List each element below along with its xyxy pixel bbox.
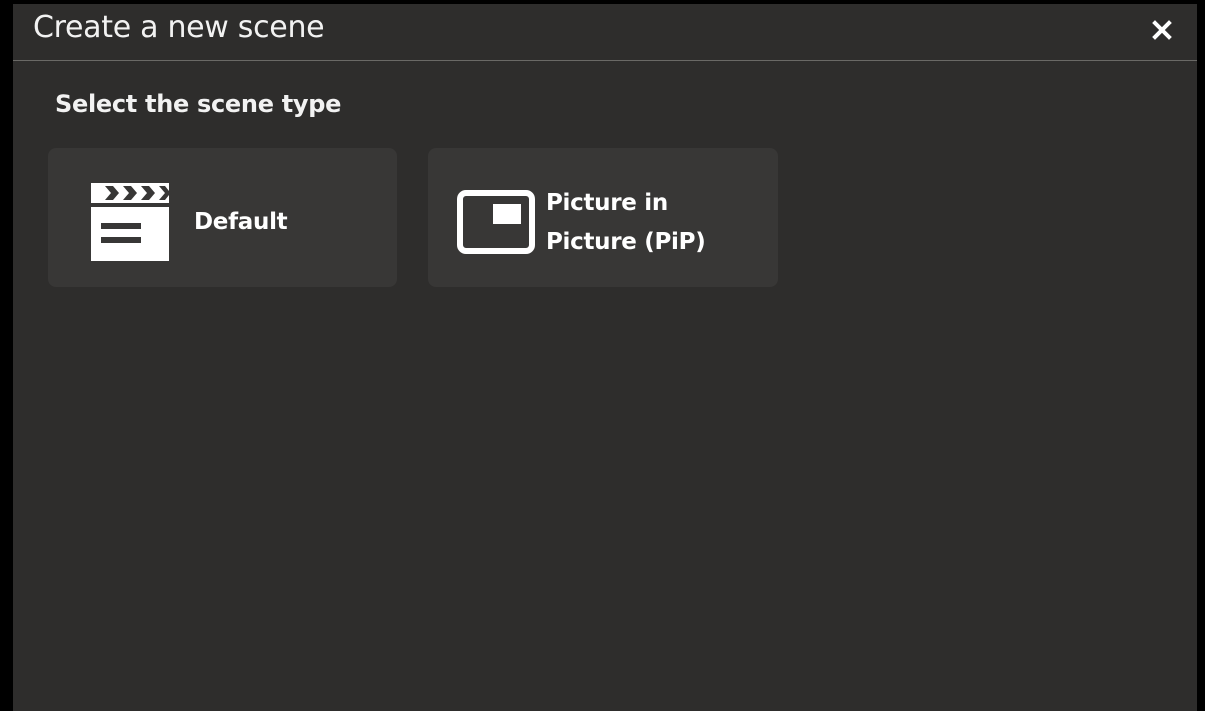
scene-type-pip-label-line1: Picture in (546, 190, 668, 216)
close-button[interactable] (1147, 15, 1177, 45)
scene-type-pip-card[interactable]: Picture in Picture (PiP) (428, 148, 778, 287)
scene-type-default-card[interactable]: Default (48, 148, 397, 287)
create-scene-dialog: Create a new scene Select the scene type… (13, 4, 1197, 711)
scene-type-pip-label-line2: Picture (PiP) (546, 229, 706, 255)
dialog-titlebar: Create a new scene (13, 4, 1197, 61)
close-icon (1152, 20, 1172, 40)
dialog-title: Create a new scene (33, 10, 325, 45)
scene-type-heading: Select the scene type (55, 90, 342, 118)
clapperboard-icon (91, 183, 169, 261)
scene-type-pip-label: Picture in Picture (PiP) (546, 184, 766, 262)
scene-type-default-label: Default (194, 209, 288, 235)
picture-in-picture-icon (457, 190, 535, 254)
